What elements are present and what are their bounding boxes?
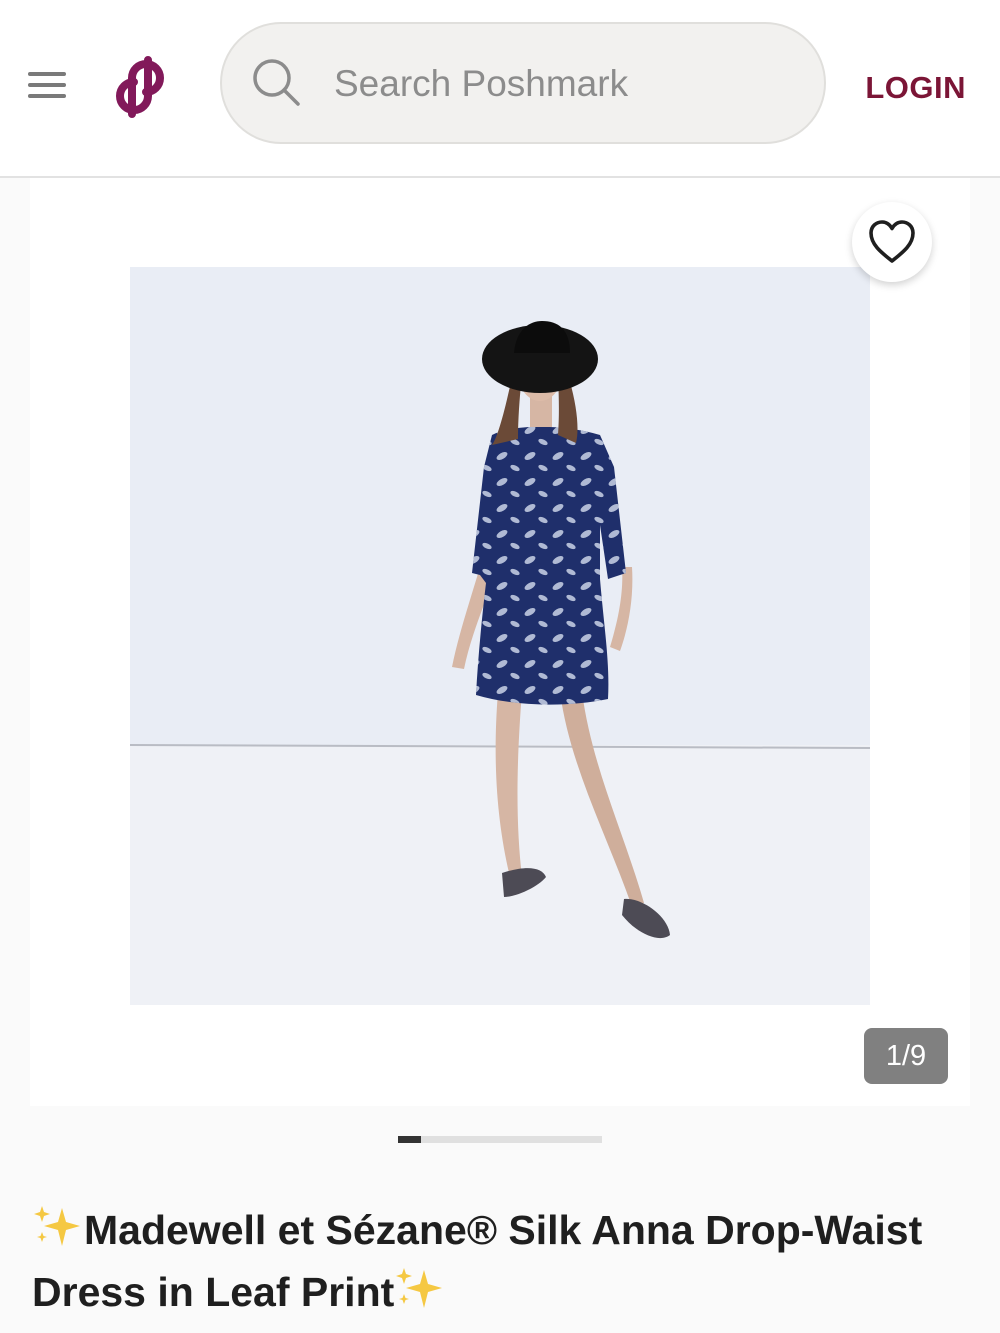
image-counter: 1/9 (864, 1028, 948, 1084)
gallery-progress-bar (398, 1136, 602, 1143)
search-input[interactable] (334, 54, 794, 114)
listing-title: Madewell et Sézane® Silk Anna Drop-Waist… (32, 1202, 972, 1326)
poshmark-logo-icon[interactable] (112, 54, 170, 118)
like-button[interactable] (852, 202, 932, 282)
listing-title-text: Madewell et Sézane® Silk Anna Drop-Waist… (32, 1207, 923, 1315)
sparkles-icon (32, 1204, 84, 1264)
hamburger-menu-icon[interactable] (28, 70, 66, 100)
login-link[interactable]: LOGIN (865, 70, 966, 106)
search-bar[interactable] (220, 22, 826, 144)
top-header: LOGIN (0, 0, 1000, 178)
sparkles-icon (394, 1266, 446, 1326)
gallery-progress-fill (398, 1136, 421, 1143)
product-photo[interactable] (130, 267, 870, 1005)
product-image-gallery[interactable]: 1/9 (30, 178, 970, 1106)
search-icon (252, 58, 302, 108)
